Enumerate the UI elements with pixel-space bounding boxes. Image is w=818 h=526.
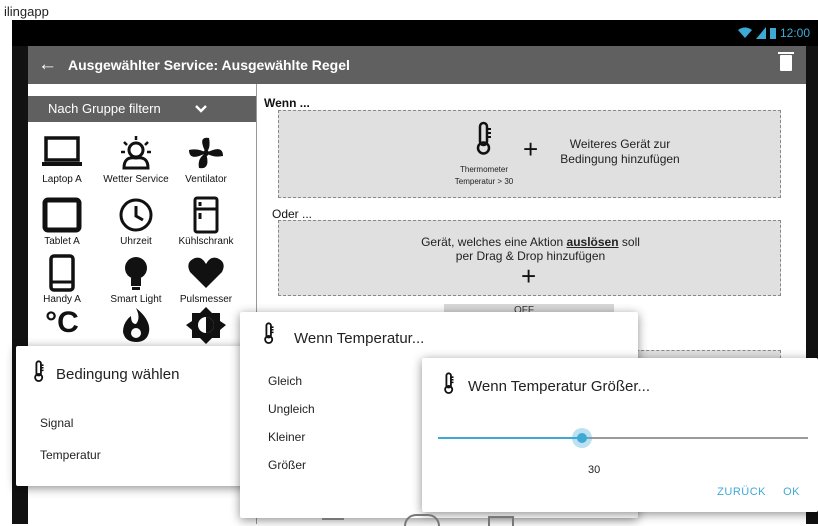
device-laptop[interactable]: Laptop A <box>22 134 102 185</box>
laptop-icon <box>42 136 82 166</box>
oder-label: Oder ... <box>272 207 313 221</box>
app-bar: ← Ausgewählter Service: Ausgewählte Rege… <box>28 46 806 84</box>
flame-icon <box>123 308 150 342</box>
nav-home-icon[interactable] <box>404 514 440 526</box>
action-dropzone[interactable]: Gerät, welches eine Aktion auslösen soll… <box>278 220 781 296</box>
dialog-title: Wenn Temperatur Größer... <box>468 378 651 395</box>
add-condition-plus[interactable]: + <box>523 136 538 162</box>
slider-value: 30 <box>588 464 601 476</box>
device-celsius[interactable]: °C <box>22 306 102 340</box>
signal-icon <box>755 27 766 39</box>
arrow-left-icon[interactable]: ← <box>38 54 57 76</box>
dialog-title: Wenn Temperatur... <box>294 330 425 347</box>
dialog-title: Bedingung wählen <box>56 366 180 383</box>
option-gleich[interactable]: Gleich <box>268 374 302 388</box>
fridge-icon <box>193 196 219 234</box>
thermometer-icon <box>476 121 491 155</box>
device-phone[interactable]: Handy A <box>22 254 102 305</box>
action-text-line1: Gerät, welches eine Aktion auslösen soll <box>421 235 640 249</box>
wenn-label: Wenn ... <box>264 96 310 110</box>
device-label: Smart Light <box>110 294 162 305</box>
option-groesser[interactable]: Größer <box>268 458 306 472</box>
caption-text: ilingapp <box>4 4 49 19</box>
thermometer-icon <box>264 322 274 344</box>
brightness-icon <box>186 307 226 344</box>
wifi-icon <box>737 27 752 38</box>
device-label: Uhrzeit <box>120 236 152 247</box>
weather-icon <box>121 136 151 170</box>
condition-device-label: Thermometer <box>459 165 508 174</box>
filter-dropdown[interactable]: Nach Gruppe filtern <box>28 96 256 122</box>
slider-thumb[interactable] <box>572 428 593 448</box>
nav-recent-icon[interactable] <box>488 516 514 526</box>
option-ungleich[interactable]: Ungleich <box>268 402 315 416</box>
thermometer-icon <box>34 360 44 382</box>
back-button[interactable]: ZURÜCK <box>717 486 766 498</box>
heart-icon <box>188 257 224 288</box>
device-tablet[interactable]: Tablet A <box>22 196 102 247</box>
slider-fill <box>438 437 583 439</box>
device-brightness[interactable] <box>166 306 246 346</box>
device-clock[interactable]: Uhrzeit <box>96 196 176 247</box>
option-kleiner[interactable]: Kleiner <box>268 430 305 444</box>
filter-label: Nach Gruppe filtern <box>48 101 161 116</box>
bulb-icon <box>125 257 147 290</box>
add-condition-text: Weiteres Gerät zur Bedingung hinzufügen <box>560 137 680 166</box>
threshold-slider[interactable] <box>438 428 808 448</box>
action-emphasis: auslösen <box>566 235 619 249</box>
status-time: 12:00 <box>779 26 810 40</box>
trash-icon[interactable] <box>778 52 794 71</box>
option-temperatur[interactable]: Temperatur <box>40 448 101 462</box>
fan-icon <box>189 137 223 169</box>
nav-back-icon[interactable] <box>322 518 344 526</box>
device-label: Kühlschrank <box>178 236 234 247</box>
clock-icon <box>119 198 153 232</box>
battery-icon <box>769 28 776 39</box>
status-bar: 12:00 <box>12 20 818 46</box>
ok-button[interactable]: OK <box>783 486 800 498</box>
device-fan[interactable]: Ventilator <box>166 134 246 185</box>
phone-icon <box>49 254 75 292</box>
thermometer-icon <box>444 372 454 394</box>
device-label: Pulsmesser <box>179 294 233 305</box>
option-signal[interactable]: Signal <box>40 416 73 430</box>
add-action-plus[interactable]: + <box>521 263 536 289</box>
device-label: Ventilator <box>185 174 227 185</box>
temperature-threshold-dialog: Wenn Temperatur Größer... 30 ZURÜCK OK <box>422 358 818 512</box>
device-fridge[interactable]: Kühlschrank <box>166 196 246 247</box>
device-label: Handy A <box>43 294 81 305</box>
device-label: Laptop A <box>42 174 82 185</box>
condition-dropzone[interactable]: Thermometer Temperatur > 30 + Weiteres G… <box>278 110 781 198</box>
page-title: Ausgewählter Service: Ausgewählte Regel <box>68 57 350 73</box>
device-weather[interactable]: Wetter Service <box>96 134 176 185</box>
celsius-icon: °C <box>45 306 79 339</box>
device-flame[interactable] <box>96 306 176 346</box>
tablet-icon <box>42 197 82 233</box>
device-label: Wetter Service <box>103 174 169 185</box>
device-pulse[interactable]: Pulsmesser <box>166 254 246 305</box>
chevron-down-icon <box>195 105 207 113</box>
condition-value-label: Temperatur > 30 <box>454 177 514 186</box>
device-smart-light[interactable]: Smart Light <box>96 254 176 305</box>
device-label: Tablet A <box>44 236 80 247</box>
